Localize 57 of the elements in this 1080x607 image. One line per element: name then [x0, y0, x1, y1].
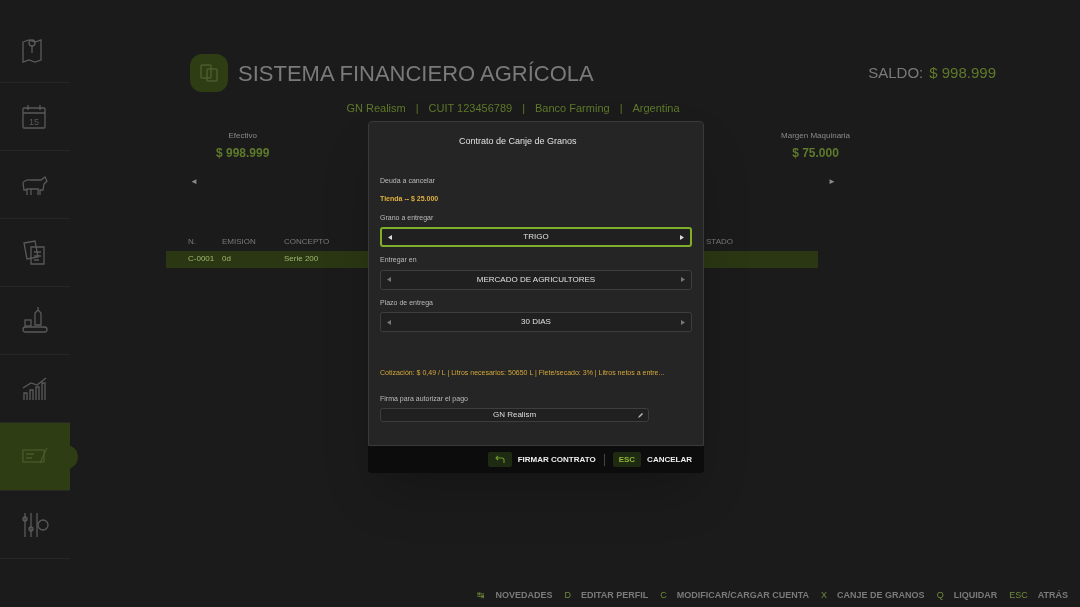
column-header: EMISION	[222, 237, 256, 246]
option-selector[interactable]: 30 DIAS	[380, 312, 692, 332]
selector-value: TRIGO	[522, 231, 550, 243]
right-arrow-icon	[681, 319, 685, 325]
selector-value: MERCADO DE AGRICULTORES	[475, 273, 597, 286]
selector-value: 30 DIAS	[520, 316, 552, 328]
column-header: CONCEPTO	[284, 237, 330, 246]
key-hint: ESC	[1009, 588, 1028, 602]
separator-text: |	[415, 101, 419, 116]
dialog-action[interactable]: FIRMAR CONTRATO	[487, 452, 596, 467]
next-arrow[interactable]: ►	[828, 175, 836, 188]
hint-label[interactable]: ATRÁS	[1037, 588, 1068, 602]
right-arrow-icon	[680, 234, 684, 240]
previous-arrow[interactable]: ◄	[190, 175, 198, 188]
key-hint: D	[564, 588, 571, 602]
left-arrow-icon	[387, 277, 391, 282]
balance-label: SALDO:	[868, 62, 924, 83]
hint-label[interactable]: MODIFICAR/CARGAR CUENTA	[676, 588, 810, 602]
key-hint: ↹	[477, 588, 486, 602]
table-cell: C-0001	[188, 254, 215, 263]
table-cell: Serie 200	[284, 254, 319, 263]
table-cell: 0d	[222, 254, 231, 263]
exchange-icon	[493, 455, 506, 464]
account-info: GN Realism	[346, 101, 406, 116]
account-info: CUIT 123456789	[428, 101, 513, 116]
hint-label[interactable]: LIQUIDAR	[953, 588, 998, 602]
sidebar-item[interactable]: 15	[0, 83, 70, 150]
pencil-icon	[638, 412, 644, 418]
hint-label[interactable]: CANJE DE GRANOS	[837, 588, 925, 602]
account-info: Argentina	[632, 101, 680, 116]
key-hint: C	[660, 588, 667, 602]
stat-value: $ 75.000	[792, 144, 839, 162]
column-header: N.	[188, 237, 196, 246]
stat-label: Efectivo	[228, 129, 257, 142]
key-hint: X	[821, 588, 828, 602]
left-arrow-icon	[388, 234, 392, 240]
stat-value: $ 998.999	[216, 144, 270, 162]
account-info: Banco Farming	[535, 101, 610, 116]
separator-text: |	[522, 101, 526, 116]
option-selector[interactable]: MERCADO DE AGRICULTORES	[380, 269, 692, 290]
balance-value: $ 998.999	[929, 62, 996, 83]
option-selector[interactable]: TRIGO	[380, 227, 692, 247]
separator-text: |	[619, 101, 623, 116]
hint-label[interactable]: EDITAR PERFIL	[580, 588, 649, 602]
logo-icon	[190, 54, 228, 92]
app-title: SISTEMA FINANCIERO AGRÍCOLA	[238, 59, 594, 88]
signature-field[interactable]: GN Realism	[380, 408, 649, 422]
key-hint: Q	[936, 588, 944, 602]
hint-label[interactable]: NOVEDADES	[495, 588, 553, 602]
key-badge: ESC	[612, 452, 642, 467]
right-arrow-icon	[681, 277, 685, 282]
stat-label: Margen Maquinaria	[781, 129, 850, 142]
dialog-action[interactable]: ESC CANCELAR	[612, 452, 692, 467]
dialog-title: Contrato de Canje de Granos	[458, 135, 578, 148]
sidebar-item[interactable]	[0, 423, 70, 490]
left-arrow-icon	[387, 319, 391, 325]
column-header: STADO	[706, 237, 733, 246]
